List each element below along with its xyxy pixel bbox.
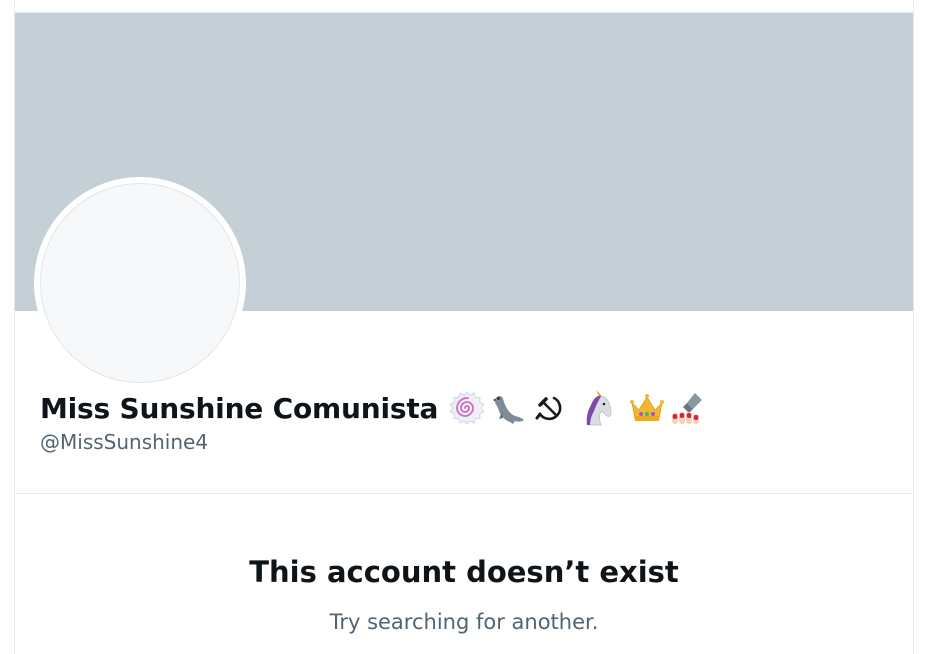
top-header-strip: [15, 0, 913, 13]
unicorn-icon: [579, 389, 617, 427]
empty-state-title: This account doesn’t exist: [249, 555, 679, 589]
crown-icon: [628, 389, 666, 427]
section-divider: [15, 493, 913, 494]
fish-cake-swirl-icon: [448, 389, 486, 427]
avatar-ring: [34, 177, 246, 389]
hammer-and-sickle-icon: [530, 389, 568, 427]
display-name: Miss Sunshine Comunista: [40, 391, 439, 425]
name-emoji-row: [448, 389, 707, 427]
seal-icon: [489, 389, 527, 427]
nail-polish-icon: [669, 389, 707, 427]
profile-name-row: Miss Sunshine Comunista: [40, 388, 707, 428]
empty-state-subtitle: Try searching for another.: [329, 610, 599, 634]
avatar[interactable]: [40, 183, 240, 383]
profile-handle: @MissSunshine4: [40, 430, 209, 454]
profile-column: Miss Sunshine Comunista @MissSunshine4 T…: [14, 0, 914, 654]
